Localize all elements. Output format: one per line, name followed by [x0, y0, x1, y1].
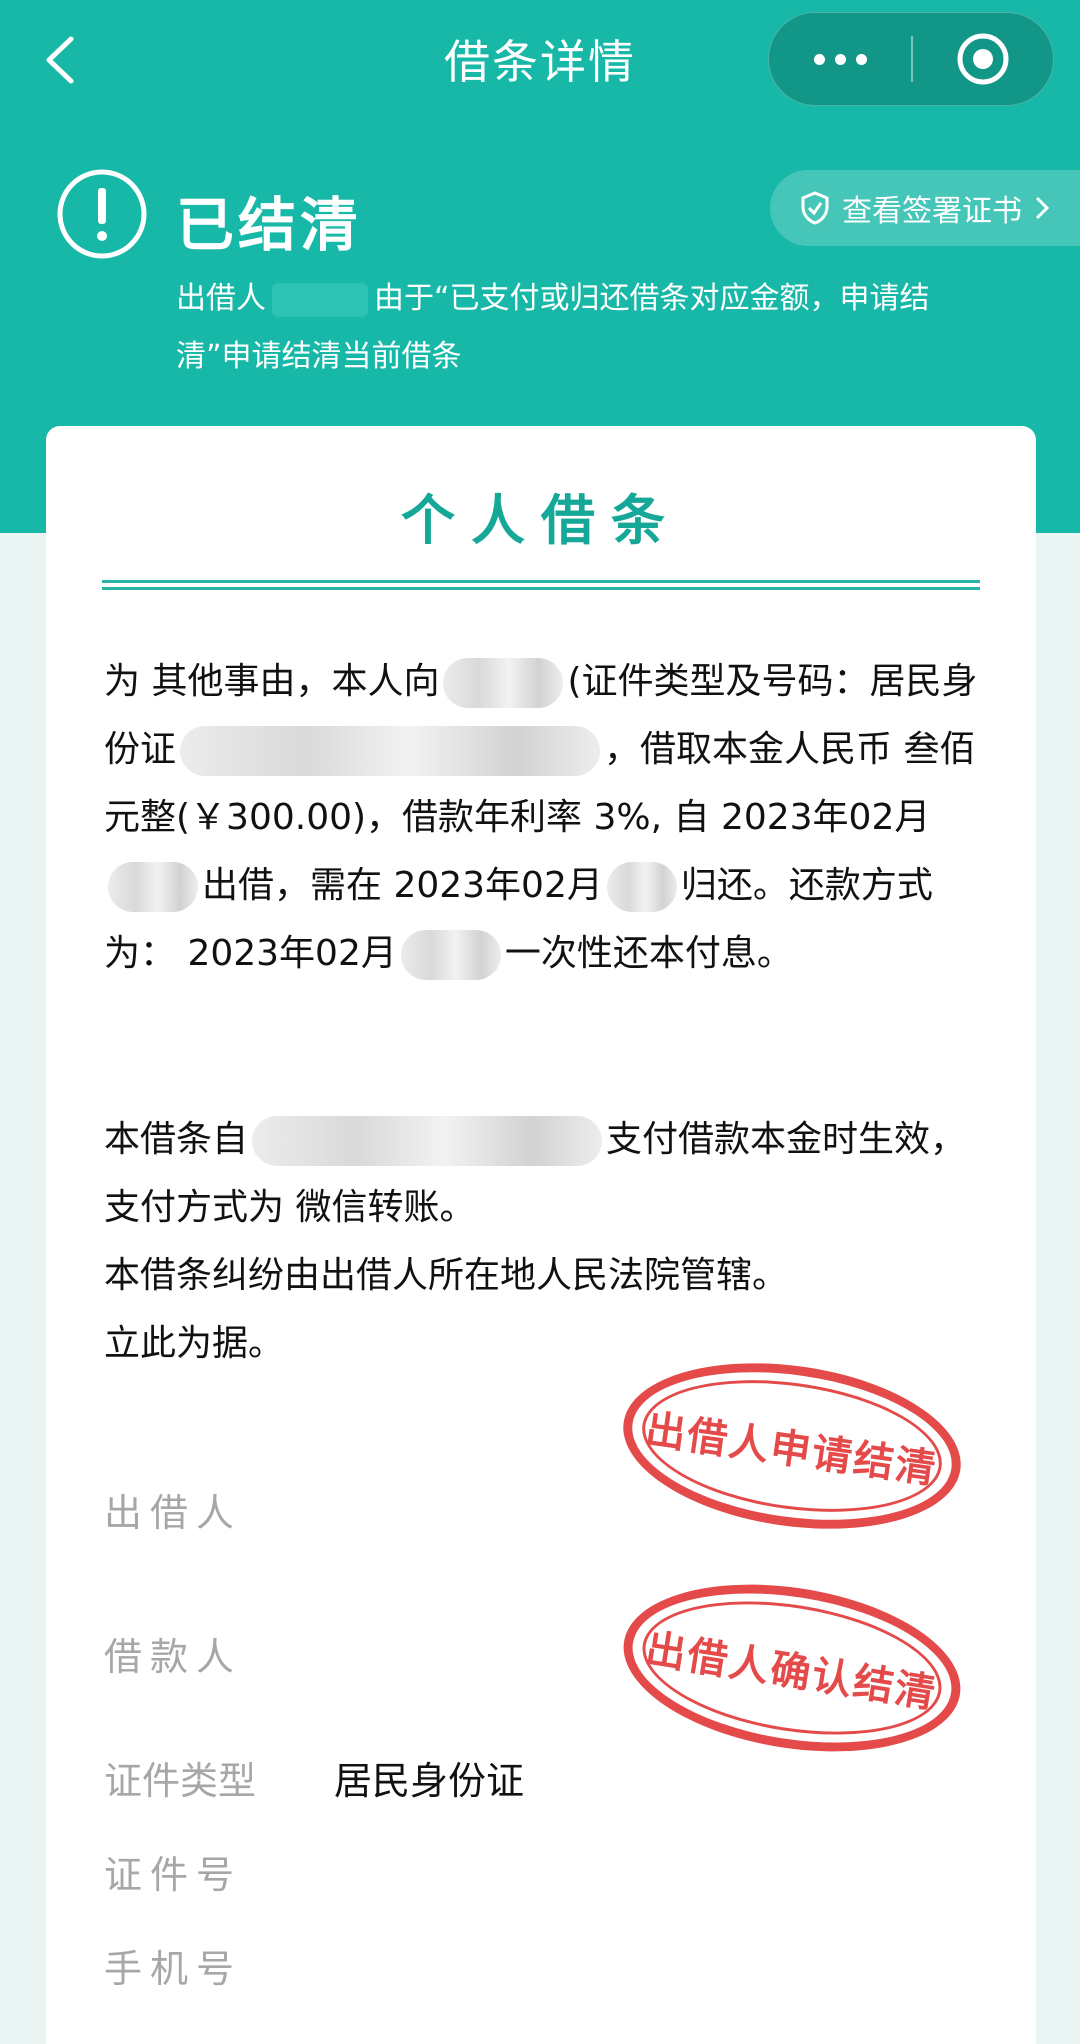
document-title: 个人借条: [401, 489, 681, 552]
view-certificate-label: 查看签署证书: [842, 194, 1022, 229]
iou-document-card: 个人借条 为 其他事由，本人向 (证件类型及号码：居民身份证 ，借取本金人民币 叁佰…: [46, 426, 1036, 2044]
iou-effect-paragraph: 本借条自 支付借款本金时生效，支付方式为 微信转账。 本借条纠纷由出借人所在地人民…: [104, 1106, 984, 1378]
phone-row: 手机号: [104, 1930, 1004, 2000]
id-number-row: 证件号: [104, 1836, 1004, 1906]
lender-label: 出借人: [104, 1490, 243, 1535]
redacted-lender: [443, 658, 564, 708]
id-number-label: 证件号: [104, 1852, 243, 1897]
id-type-label: 证件类型: [104, 1758, 257, 1803]
close-miniprogram-button[interactable]: [913, 13, 1053, 105]
chevron-right-icon: [1035, 196, 1050, 220]
redacted-date-time: [252, 1116, 603, 1166]
miniprogram-capsule: [768, 12, 1054, 106]
redacted-id-number: [180, 726, 601, 776]
redacted-date: [400, 930, 501, 980]
id-type-value: 居民身份证: [334, 1758, 525, 1803]
status-title: 已结清: [176, 191, 363, 259]
iou-terms-paragraph: 为 其他事由，本人向 (证件类型及号码：居民身份证 ，借取本金人民币 叁佰元整(￥3…: [104, 648, 984, 988]
borrower-label: 借款人: [104, 1634, 243, 1679]
status-description: 出借人 由于“已支付或归还借条对应金额，申请结清”申请结清当前借条: [176, 281, 930, 374]
view-certificate-button[interactable]: 查看签署证书: [770, 170, 1080, 246]
shield-check-icon: [801, 191, 829, 225]
title-divider: [102, 580, 980, 590]
target-circle-icon: [957, 33, 1009, 85]
exclamation-circle-icon: [57, 169, 147, 259]
more-button[interactable]: [769, 13, 911, 105]
redacted-date: [606, 862, 677, 912]
more-dots-icon: [813, 53, 825, 65]
redacted-date: [108, 862, 198, 912]
redacted-name: [272, 282, 368, 317]
phone-label: 手机号: [104, 1946, 243, 1991]
id-type-row: 证件类型 居民身份证: [104, 1742, 1004, 1812]
